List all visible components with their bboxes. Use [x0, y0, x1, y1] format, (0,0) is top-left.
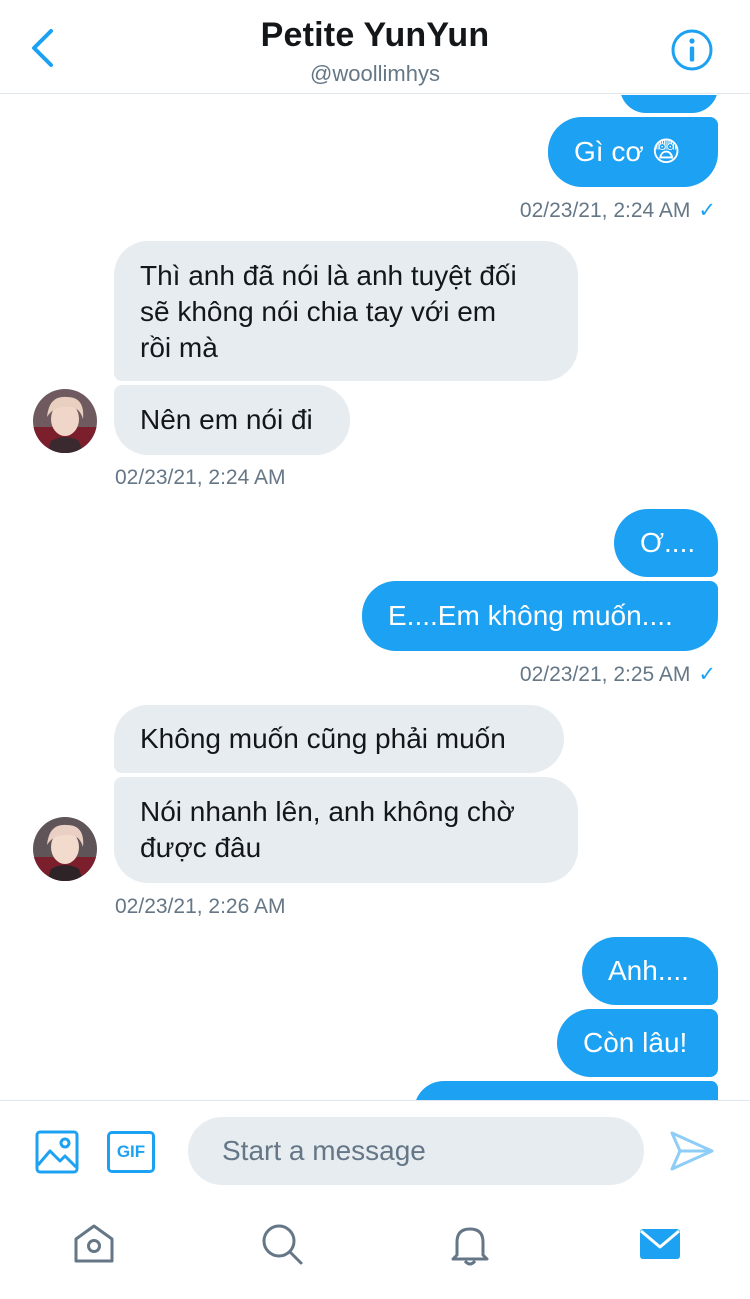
message-text: Gì cơ 😨: [574, 136, 681, 167]
gif-button[interactable]: GIF: [107, 1131, 155, 1173]
message-text: Ơ....: [640, 527, 696, 558]
avatar-image: [33, 817, 97, 881]
message-list[interactable]: Gì cơ 😨 02/23/21, 2:24 AM ✓ Thì anh đã nó…: [0, 95, 750, 1100]
message-bubble-clipped[interactable]: [414, 1081, 718, 1100]
message-text: Còn lâu!: [583, 1027, 688, 1058]
message-timestamp: 02/23/21, 2:26 AM: [115, 895, 286, 918]
message-text: Không muốn cũng phải muốn: [140, 723, 506, 754]
message-timestamp: 02/23/21, 2:25 AM ✓: [519, 663, 716, 686]
avatar-image: [33, 389, 97, 453]
info-button[interactable]: [670, 28, 714, 72]
message-bubble-outgoing[interactable]: E....Em không muốn....: [362, 581, 718, 651]
send-button[interactable]: [668, 1127, 716, 1175]
message-composer: GIF: [0, 1100, 750, 1198]
message-bubble-incoming[interactable]: Không muốn cũng phải muốn: [114, 705, 564, 773]
search-icon: [262, 1224, 303, 1265]
message-text: Anh....: [608, 955, 689, 986]
mail-icon: [640, 1229, 680, 1259]
add-media-button[interactable]: [34, 1129, 80, 1175]
tab-messages[interactable]: [636, 1220, 684, 1268]
tab-home[interactable]: [70, 1220, 118, 1268]
message-timestamp: 02/23/21, 2:24 AM ✓: [519, 199, 716, 222]
message-bubble-clipped[interactable]: [620, 95, 718, 113]
read-check-icon: ✓: [698, 663, 716, 686]
bottom-tab-bar: [0, 1198, 750, 1299]
read-check-icon: ✓: [698, 199, 716, 222]
message-bubble-outgoing[interactable]: Gì cơ 😨: [548, 117, 718, 187]
message-bubble-outgoing[interactable]: Còn lâu!: [557, 1009, 718, 1077]
message-text: Nói nhanh lên, anh không chờ được đâu: [140, 796, 515, 863]
send-icon: [670, 1131, 714, 1171]
message-bubble-incoming[interactable]: Nên em nói đi: [114, 385, 350, 455]
avatar[interactable]: [33, 817, 97, 881]
message-bubble-incoming[interactable]: Thì anh đã nói là anh tuyệt đối sẽ không…: [114, 241, 578, 381]
home-icon: [74, 1224, 114, 1263]
bell-icon: [451, 1227, 489, 1266]
tab-search[interactable]: [258, 1220, 306, 1268]
page-title: Petite YunYun: [260, 16, 490, 54]
message-bubble-outgoing[interactable]: Ơ....: [614, 509, 718, 577]
message-text: E....Em không muốn....: [388, 600, 673, 631]
avatar[interactable]: [33, 389, 97, 453]
conversation-header: Petite YunYun @woollimhys: [0, 0, 750, 94]
tab-notifications[interactable]: [446, 1220, 494, 1268]
message-timestamp: 02/23/21, 2:24 AM: [115, 466, 286, 489]
message-bubble-outgoing[interactable]: Anh....: [582, 937, 718, 1005]
message-text: Nên em nói đi: [140, 404, 313, 435]
message-input[interactable]: [188, 1117, 644, 1185]
message-bubble-incoming[interactable]: Nói nhanh lên, anh không chờ được đâu: [114, 777, 578, 883]
image-icon: [35, 1130, 79, 1174]
message-text: Thì anh đã nói là anh tuyệt đối sẽ không…: [140, 260, 517, 363]
conversation-title-block[interactable]: Petite YunYun @woollimhys: [0, 16, 750, 87]
info-icon: [671, 29, 713, 71]
user-handle: @woollimhys: [310, 61, 440, 86]
